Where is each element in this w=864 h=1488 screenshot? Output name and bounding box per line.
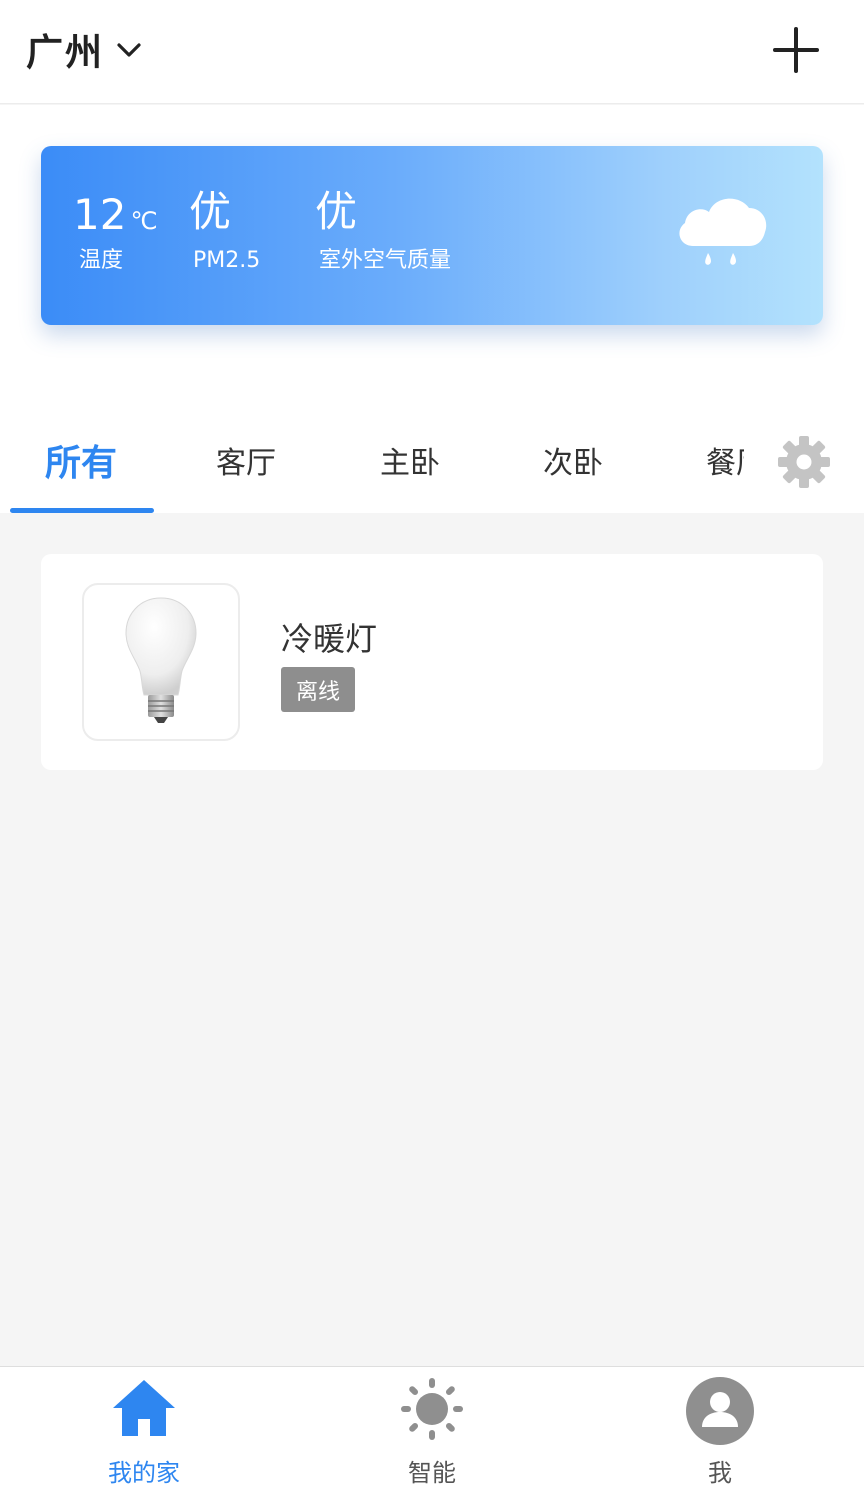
nav-label-home: 我的家 bbox=[108, 1459, 180, 1487]
user-icon bbox=[686, 1377, 754, 1445]
bottom-navigation: 我的家 智能 我 bbox=[0, 1366, 864, 1488]
tab-second-bedroom[interactable]: 次卧 bbox=[543, 438, 603, 482]
pm25-value: 优 bbox=[189, 187, 232, 236]
device-card[interactable]: 冷暖灯 离线 bbox=[41, 554, 823, 770]
home-icon bbox=[113, 1380, 175, 1436]
city-selector[interactable]: 广州 bbox=[26, 22, 142, 76]
plus-icon bbox=[773, 27, 819, 73]
nav-label-smart: 智能 bbox=[408, 1459, 456, 1487]
temperature-value: 12 ℃ bbox=[73, 190, 158, 239]
tab-living-room[interactable]: 客厅 bbox=[216, 438, 276, 482]
active-tab-indicator bbox=[10, 508, 154, 513]
tab-master-bedroom[interactable]: 主卧 bbox=[380, 438, 440, 482]
device-thumbnail bbox=[82, 583, 240, 741]
nav-item-me[interactable]: 我 bbox=[620, 1367, 820, 1488]
temperature-label: 温度 bbox=[79, 248, 124, 273]
rain-cloud-icon bbox=[679, 198, 767, 265]
air-quality-value: 优 bbox=[315, 187, 358, 236]
light-bulb-icon bbox=[125, 597, 197, 723]
pm25-label: PM2.5 bbox=[193, 248, 261, 273]
nav-label-me: 我 bbox=[708, 1459, 732, 1487]
nav-item-home[interactable]: 我的家 bbox=[44, 1367, 244, 1488]
sun-icon bbox=[401, 1378, 463, 1440]
nav-item-smart[interactable]: 智能 bbox=[332, 1367, 532, 1488]
add-device-button[interactable] bbox=[772, 26, 820, 74]
chevron-down-icon bbox=[116, 41, 142, 63]
device-name: 冷暖灯 bbox=[281, 620, 378, 658]
weather-card[interactable]: 12 ℃ 温度 优 PM2.5 优 室外空气质量 bbox=[41, 146, 823, 325]
tab-dining-room[interactable]: 餐厅 bbox=[706, 438, 744, 482]
tab-all[interactable]: 所有 bbox=[45, 434, 117, 486]
room-tabs: 所有 客厅 主卧 次卧 餐厅 bbox=[0, 420, 864, 513]
city-name: 广州 bbox=[26, 31, 104, 74]
air-quality-label: 室外空气质量 bbox=[319, 248, 452, 273]
status-badge: 离线 bbox=[281, 667, 355, 712]
temperature-unit: ℃ bbox=[130, 207, 158, 235]
top-bar: 广州 bbox=[0, 0, 864, 104]
gear-icon[interactable] bbox=[776, 434, 832, 490]
